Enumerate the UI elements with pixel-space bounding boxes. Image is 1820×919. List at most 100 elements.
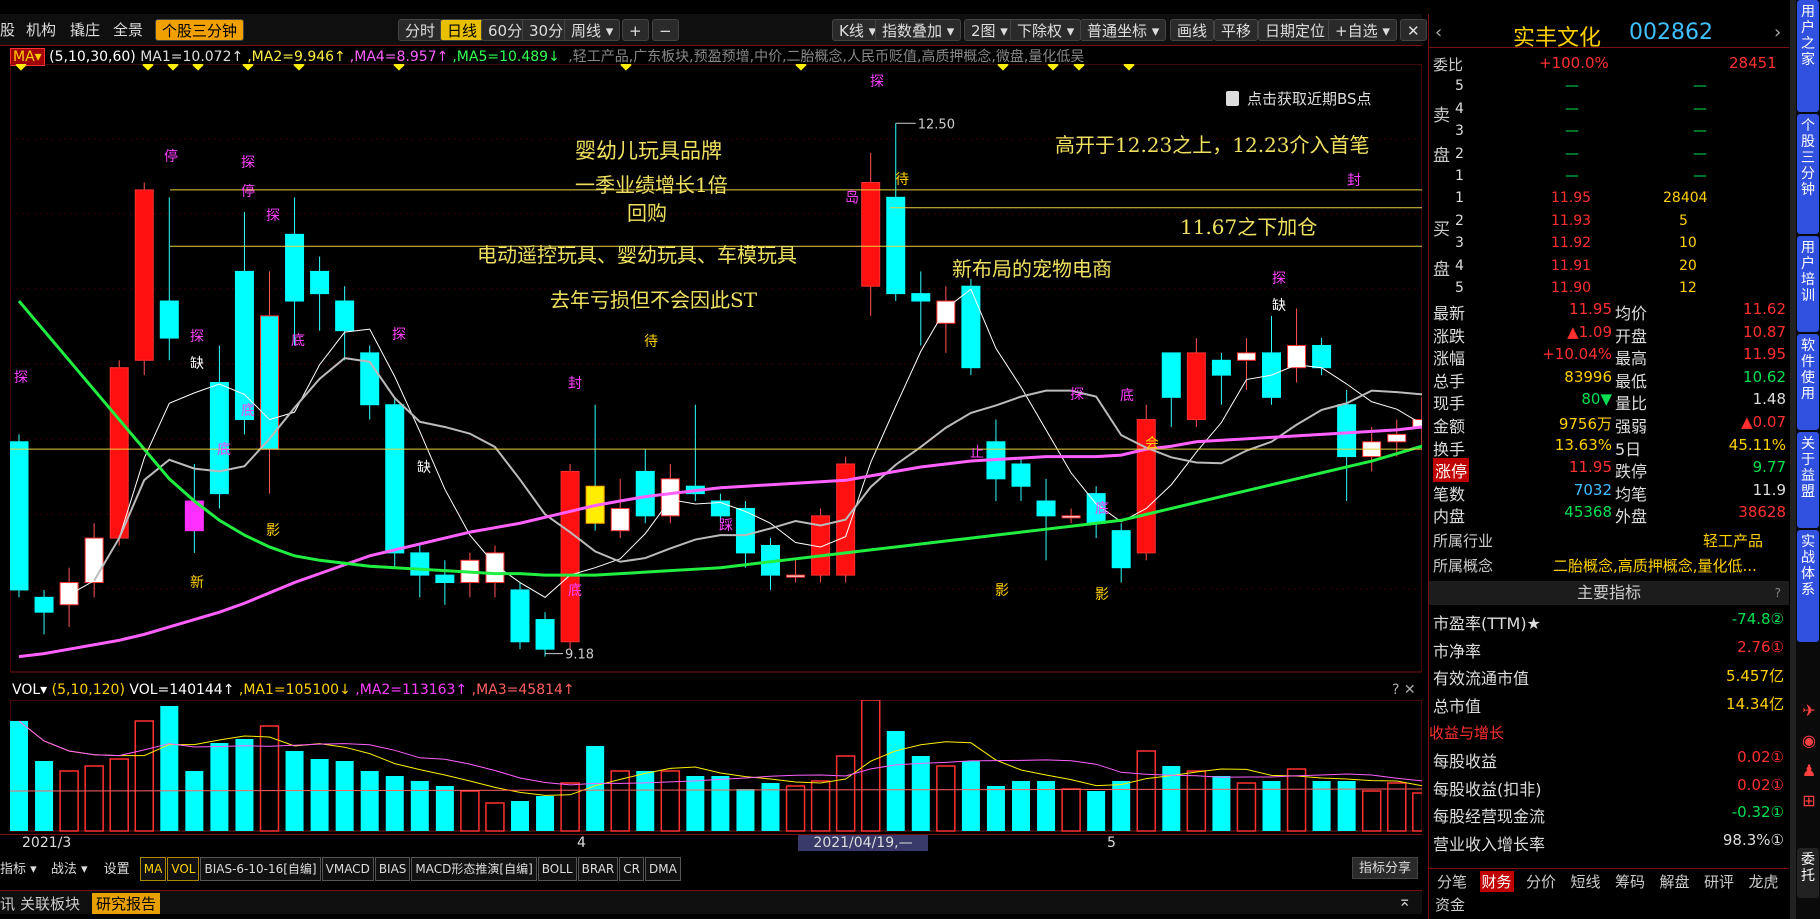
detail-tab-6[interactable]: 研评 [1702, 871, 1736, 892]
volume-bar [235, 739, 254, 831]
quote-value-7: 11.95 [1569, 458, 1612, 477]
toolbar-r-1[interactable]: 指数叠加 ▾ [875, 19, 962, 41]
strategy-menu[interactable]: 战法 ▾ [51, 862, 88, 877]
detail-tab-1[interactable]: 财务 [1479, 871, 1514, 892]
settings-button[interactable]: 设置 [104, 862, 130, 877]
prev-stock-icon[interactable]: ‹ [1435, 22, 1442, 43]
indicator-tag-list: MA VOL BIAS-6-10-16[自编] VMACD BIAS MACD形态推演[自… [139, 857, 682, 881]
indicator-tag-2[interactable]: BIAS-6-10-16[自编] [200, 857, 321, 881]
news-tab[interactable]: 讯 [0, 893, 15, 914]
industry-row: 所属行业 轻工产品 [1433, 532, 1764, 550]
vol-selector[interactable]: VOL▾ [12, 682, 47, 698]
low-price-label: 9.18 [565, 648, 594, 663]
buy-level-4: 5 [1455, 280, 1464, 296]
toolbar-r-3[interactable]: 下除权 ▾ [1010, 19, 1082, 41]
toolbar-l-2[interactable]: 撬庄 [70, 19, 100, 41]
candle-body [1186, 352, 1206, 421]
side-button-6[interactable]: 委托 [1797, 848, 1819, 898]
signal-12: 影 [266, 523, 280, 539]
collapse-icon[interactable]: ⌅ [1398, 891, 1411, 910]
volume-bar [961, 761, 980, 831]
related-sector-tab[interactable]: 关联板块 [20, 893, 80, 914]
research-report-tab[interactable]: 研究报告 [92, 893, 161, 914]
toolbar-l-1[interactable]: 机构 [26, 19, 56, 41]
candle-body [109, 367, 129, 539]
volume-bar [1212, 776, 1231, 831]
toolbar-m-5[interactable]: + [622, 19, 649, 41]
toolbar-m-1[interactable]: 日线 [440, 19, 485, 41]
buy-label: 买盘 [1433, 220, 1450, 280]
volume-bar [210, 743, 229, 831]
detail-tab-5[interactable]: 解盘 [1658, 871, 1692, 892]
toolbar-m-6[interactable]: − [652, 19, 679, 41]
buy-level-1: 2 [1455, 212, 1464, 229]
indicator-tag-9[interactable]: DMA [644, 857, 681, 881]
indicator-tag-7[interactable]: BRAR [577, 857, 619, 881]
quote-value-4: 80▼ [1581, 390, 1612, 409]
volume-bar [134, 720, 154, 832]
date-axis: 2021/3 4 5 2021/04/19,— [0, 834, 1422, 852]
volume-chart[interactable] [10, 700, 1422, 832]
detail-tab-4[interactable]: 筹码 [1613, 871, 1647, 892]
indicator-tag-1[interactable]: VOL [167, 857, 200, 881]
toolbar-r-8[interactable]: +自选 ▾ [1328, 19, 1397, 41]
indicator-tag-5[interactable]: MACD形态推演[自编] [411, 857, 537, 881]
volume-bar [1286, 768, 1307, 832]
side-button-3[interactable]: 软件使用 [1797, 334, 1819, 430]
buy-vol-0: 28404 [1663, 190, 1708, 206]
indicator-tag-8[interactable]: CR [619, 857, 644, 881]
side-button-0[interactable]: 用户之家 [1797, 0, 1819, 112]
toolbar-l-3[interactable]: 全景 [113, 19, 143, 41]
growth-label-1: 每股收益(扣非) [1433, 779, 1542, 799]
toolbar-r-4[interactable]: 普通坐标 ▾ [1080, 19, 1167, 41]
detail-tab-2[interactable]: 分价 [1524, 871, 1558, 892]
signal-19: 待 [895, 172, 909, 188]
indicator-tabs: 指标 ▾ 战法 ▾ 设置 MA VOL BIAS-6-10-16[自编] VMACD B… [0, 857, 682, 881]
detail-tab-3[interactable]: 短线 [1569, 871, 1603, 892]
indicator-tag-3[interactable]: VMACD [321, 857, 374, 881]
side-button-4[interactable]: 关于益盟 [1797, 432, 1819, 528]
annotation-5: 新布局的宠物电商 [952, 257, 1112, 281]
kline-chart[interactable]: 12.50 9.18 婴幼儿玩具品牌一季业绩增长1倍回购电动遥控玩具、婴幼玩具、车模… [10, 64, 1422, 674]
toolbar-m-4[interactable]: 周线 ▾ [564, 19, 621, 41]
side-tool-icons[interactable]: ✈ ◉ ♟ ⊞ [1800, 696, 1818, 816]
weibi-row: 委比 +100.0% 28451 [1433, 54, 1777, 74]
sell-vol-2: — [1693, 123, 1707, 139]
ma-value-1: ,MA2=9.946↑ [247, 49, 346, 65]
sell-vol-3: — [1693, 145, 1707, 162]
toolbar-l-4[interactable]: 个股三分钟 [155, 19, 245, 41]
next-stock-icon[interactable]: › [1774, 22, 1781, 43]
indicator-tag-0[interactable]: MA [139, 857, 167, 881]
fund-tab[interactable]: 资金 [1435, 894, 1465, 915]
indicator-tag-4[interactable]: BIAS [374, 857, 411, 881]
stock-name: 实丰文化 [1513, 26, 1602, 51]
toolbar-r-2[interactable]: 2图 ▾ [964, 19, 1015, 41]
quote-value2-3: 10.62 [1743, 367, 1786, 386]
volume-bar [1087, 791, 1106, 831]
toolbar-r-9[interactable]: ✕ [1400, 19, 1427, 41]
quote-label-9: 内盘 [1433, 507, 1466, 527]
toolbar-r-6[interactable]: 平移 [1214, 19, 1259, 41]
detail-tab-7[interactable]: 龙虎 [1747, 871, 1781, 892]
toolbar-r-5[interactable]: 画线 [1170, 19, 1215, 41]
candle-body [335, 300, 355, 332]
side-button-2[interactable]: 用户培训 [1797, 236, 1819, 332]
side-button-5[interactable]: 实战体系 [1797, 530, 1819, 642]
signal-13: 新 [190, 575, 204, 591]
bs-hint[interactable]: 点击获取近期BS点 [1226, 88, 1372, 109]
sell-level-3: 2 [1455, 145, 1464, 162]
vol-ma1: ,MA1=105100↓ [238, 682, 351, 698]
toolbar-m-0[interactable]: 分时 [398, 19, 443, 41]
buy-vol-2: 10 [1679, 235, 1697, 251]
volume-bar [310, 759, 329, 831]
toolbar-l-0[interactable]: 股 [0, 19, 15, 41]
side-button-1[interactable]: 个股三分钟 [1797, 114, 1819, 234]
toolbar-r-7[interactable]: 日期定位 [1258, 19, 1333, 41]
candle-body [610, 507, 630, 532]
toolbar-m-3[interactable]: 30分 [522, 19, 571, 41]
indicator-share-button[interactable]: 指标分享 [1352, 857, 1419, 879]
indicator-tag-6[interactable]: BOLL [537, 857, 577, 881]
indicator-menu[interactable]: 指标 ▾ [0, 862, 37, 877]
vol-close-icon[interactable]: ? ✕ [1392, 682, 1416, 698]
detail-tab-0[interactable]: 分笔 [1435, 871, 1469, 892]
